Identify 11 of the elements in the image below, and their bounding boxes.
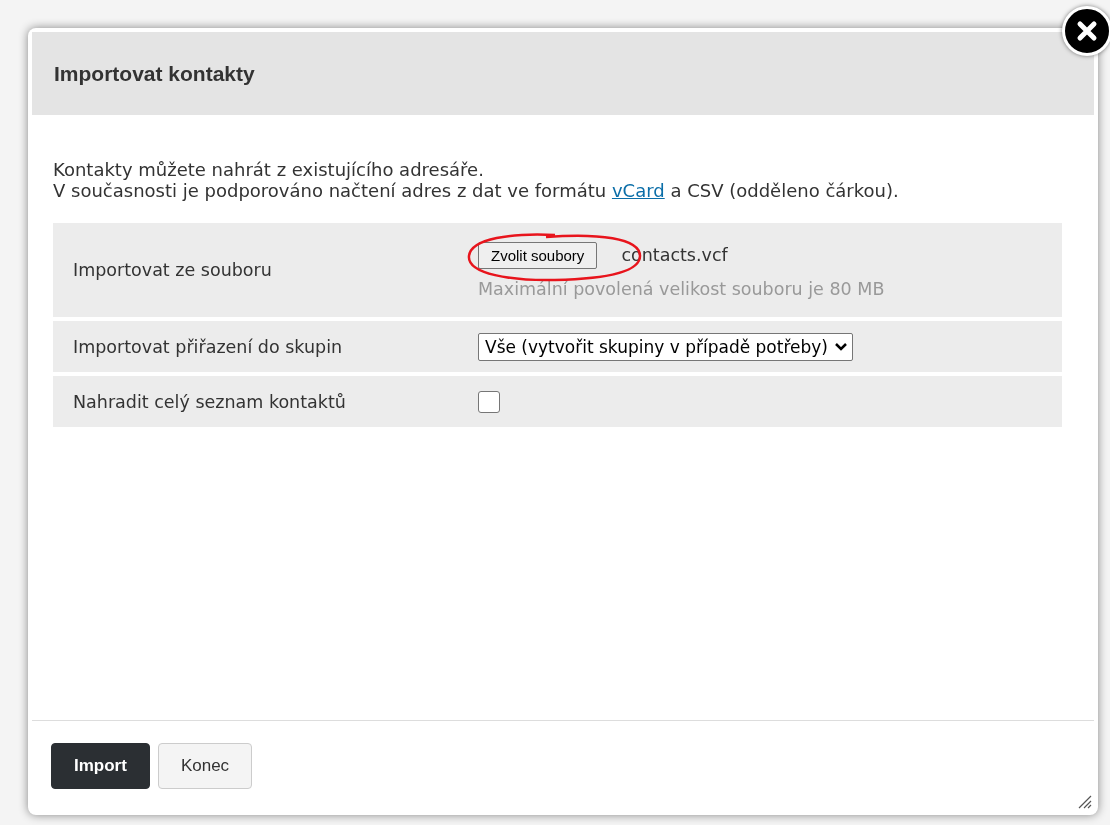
dialog-title: Importovat kontakty xyxy=(54,61,255,86)
vcard-link[interactable]: vCard xyxy=(611,180,665,201)
field-label: Importovat ze souboru xyxy=(72,260,273,280)
import-button[interactable]: Import xyxy=(51,743,150,789)
choose-files-button[interactable]: Zvolit soubory xyxy=(478,241,598,269)
group-select[interactable]: Vše (vytvořit skupiny v případě potřeby) xyxy=(478,332,853,361)
intro-text: Kontakty můžete nahrát z existujícího adresáře. V současnosti je podporováno načtení adres z dat ve formátu vCard a CSV (odděleno čárkou). xyxy=(53,159,900,201)
file-size-hint: Maximální povolená velikost souboru je 80 MB xyxy=(478,278,886,299)
field-label: Importovat přiřazení do skupin xyxy=(72,336,344,357)
close-dialog-button[interactable]: Konec xyxy=(157,743,253,789)
field-label: Nahradit celý seznam kontaktů xyxy=(72,391,347,412)
